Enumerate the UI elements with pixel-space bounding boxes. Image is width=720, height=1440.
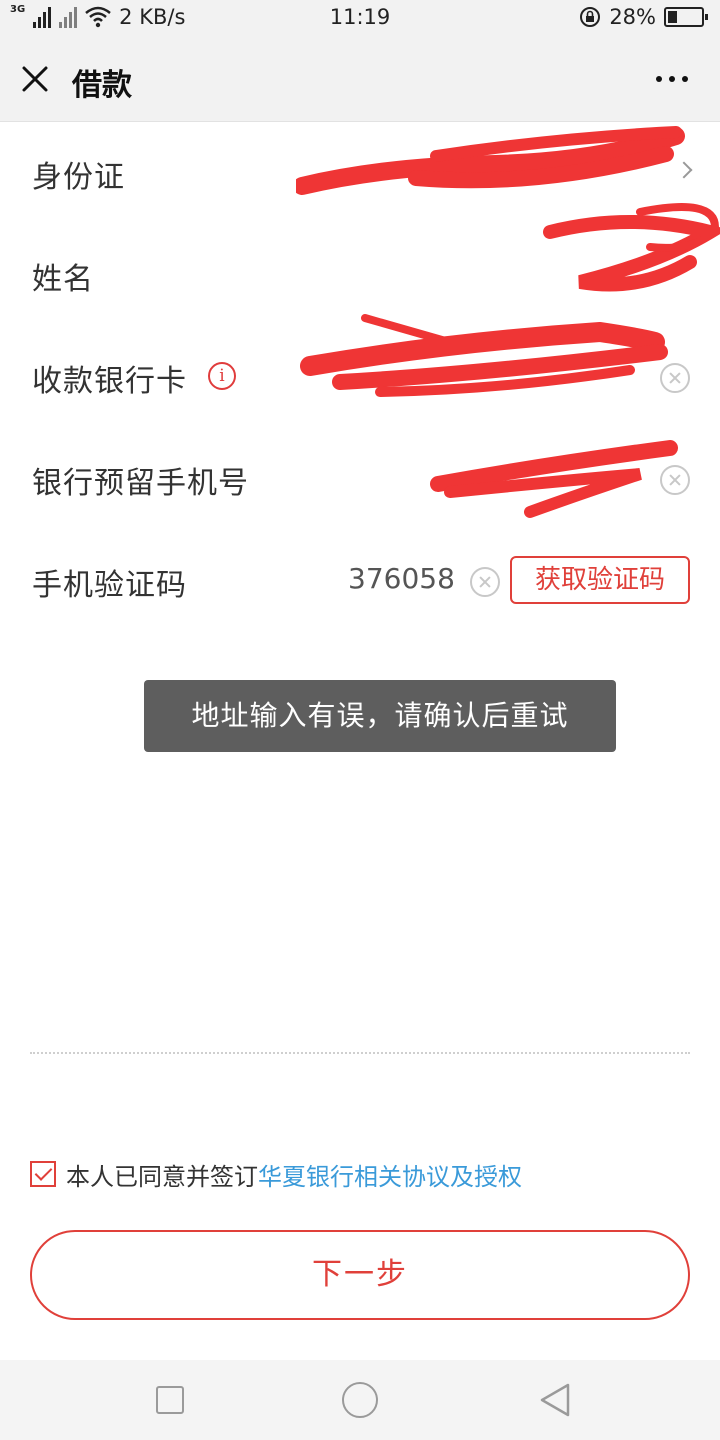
get-sms-code-button[interactable]: 获取验证码 (510, 556, 690, 604)
battery-icon (664, 7, 708, 27)
redaction-mark (296, 126, 685, 195)
more-options-icon[interactable] (656, 76, 688, 82)
back-icon[interactable] (538, 1382, 572, 1418)
redaction-mark (430, 440, 678, 518)
close-icon[interactable] (20, 64, 50, 94)
bank-card-label: 收款银行卡 (32, 364, 187, 399)
clear-icon[interactable] (660, 465, 690, 495)
agreement-link[interactable]: 华夏银行相关协议及授权 (258, 1157, 522, 1192)
info-icon[interactable]: i (208, 362, 236, 390)
bank-card-row: 收款银行卡 i (0, 314, 720, 426)
next-step-button[interactable]: 下一步 (30, 1230, 690, 1320)
status-right: 28% (579, 5, 708, 29)
clear-icon[interactable] (660, 363, 690, 393)
name-row: 姓名 (0, 203, 720, 324)
sms-code-input[interactable]: 376058 (348, 562, 455, 595)
nav-bar: 借款 (0, 36, 720, 122)
id-card-label: 身份证 (32, 160, 125, 195)
name-label: 姓名 (32, 262, 94, 297)
bank-phone-row: 银行预留手机号 (0, 428, 720, 528)
rotation-lock-icon (580, 7, 601, 27)
battery-level (668, 11, 677, 23)
sms-code-label: 手机验证码 (32, 568, 187, 603)
agreement-text: 本人已同意并签订 (66, 1162, 258, 1191)
agreement-row: 本人已同意并签订 华夏银行相关协议及授权 (30, 1157, 522, 1192)
bank-phone-label: 银行预留手机号 (32, 466, 249, 501)
clear-icon[interactable] (470, 567, 500, 597)
page-title: 借款 (72, 68, 132, 103)
status-bar: 3G 2 KB/s 11:19 28% (0, 0, 720, 36)
redaction-mark (543, 203, 720, 292)
redaction-mark (300, 314, 668, 397)
recent-apps-icon[interactable] (156, 1386, 184, 1414)
agreement-checkbox[interactable] (30, 1161, 56, 1187)
error-toast: 地址输入有误，请确认后重试 (144, 680, 616, 752)
dotted-divider (30, 1052, 690, 1054)
system-nav-bar (0, 1360, 720, 1440)
battery-percent: 28% (609, 5, 656, 29)
home-icon[interactable] (342, 1382, 378, 1418)
